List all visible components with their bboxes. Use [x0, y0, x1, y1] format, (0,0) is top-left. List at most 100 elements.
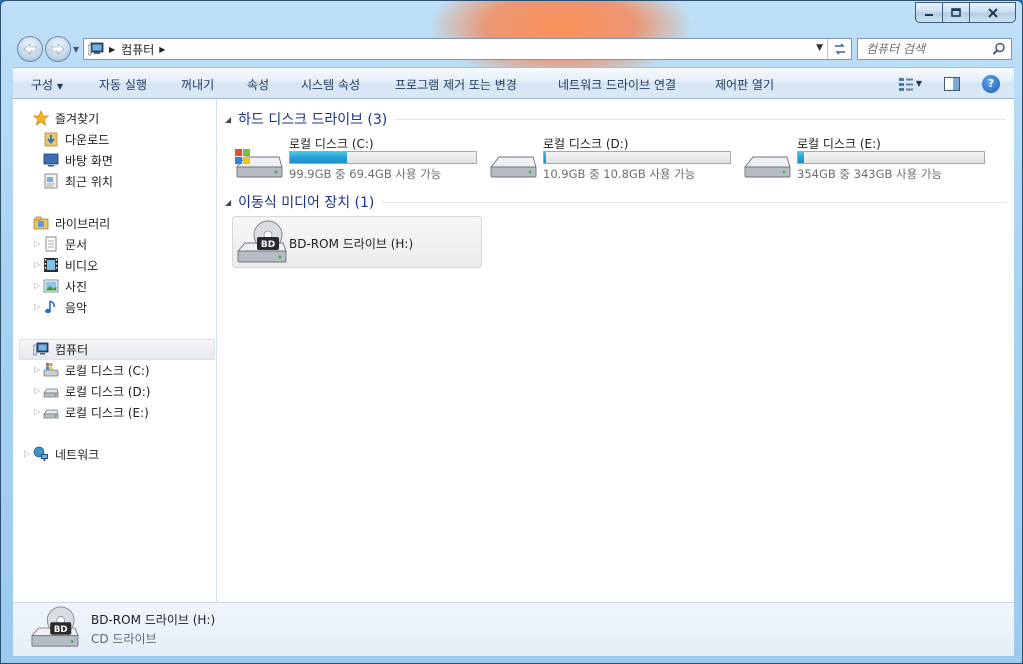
nav-favorites-label: 즐겨찾기	[55, 111, 100, 126]
expand-arrow-icon[interactable]: ▷	[34, 407, 40, 416]
music-icon	[43, 299, 59, 315]
drive-tile-c[interactable]: 로컬 디스크 (C:) 99.9GB 중 69.4GB 사용 가능	[233, 135, 483, 185]
hard-drive-icon	[43, 404, 59, 420]
computer-icon	[33, 341, 49, 357]
open-control-panel-button[interactable]: 제어판 열기	[715, 76, 774, 93]
maximize-button[interactable]	[943, 2, 970, 23]
navigation-pane: 즐겨찾기 다운로드 바탕 화면 최근 위치 라이브러리 ▷ 문서 ▷ 비디오 ▷…	[13, 99, 217, 602]
properties-button[interactable]: 속성	[247, 76, 269, 93]
hard-drive-icon	[744, 156, 791, 178]
history-buttons: ▼	[17, 36, 79, 62]
nav-item-label: 로컬 디스크 (C:)	[65, 363, 150, 378]
organize-button[interactable]: 구성 ▼	[31, 76, 63, 93]
expand-arrow-icon[interactable]: ▷	[34, 281, 40, 290]
nav-item-desktop[interactable]: 바탕 화면	[43, 150, 113, 170]
nav-item-downloads[interactable]: 다운로드	[43, 129, 109, 149]
network-icon	[33, 446, 49, 462]
group-divider	[395, 118, 1006, 120]
drive-free-space: 99.9GB 중 69.4GB 사용 가능	[289, 167, 442, 181]
nav-item-label: 음악	[65, 300, 88, 315]
change-view-button[interactable]	[898, 76, 914, 92]
preview-pane-button[interactable]	[944, 76, 960, 92]
close-icon	[987, 7, 998, 18]
nav-network[interactable]: 네트워크	[33, 444, 99, 464]
expand-arrow-icon[interactable]: ▷	[34, 302, 40, 311]
drive-tile-d[interactable]: 로컬 디스크 (D:) 10.9GB 중 10.8GB 사용 가능	[487, 135, 737, 185]
expand-arrow-icon[interactable]: ▷	[34, 386, 40, 395]
close-button[interactable]	[970, 2, 1016, 23]
bd-rom-icon: BD	[237, 220, 287, 263]
breadcrumb-arrow-root[interactable]: ▶	[109, 45, 115, 54]
windows-drive-icon	[43, 362, 59, 378]
search-icon[interactable]	[992, 42, 1006, 56]
nav-item-music[interactable]: 음악	[43, 297, 87, 317]
help-button[interactable]: ?	[982, 74, 1000, 93]
forward-button[interactable]	[45, 36, 71, 62]
drive-tile-e[interactable]: 로컬 디스크 (E:) 354GB 중 343GB 사용 가능	[741, 135, 991, 185]
nav-item-drive-c[interactable]: 로컬 디스크 (C:)	[43, 360, 150, 380]
nav-favorites[interactable]: 즐겨찾기	[33, 108, 99, 128]
details-item-type: CD 드라이브	[91, 632, 157, 646]
content-pane: ◢ 하드 디스크 드라이브 (3) 로컬 디스크 (C:) 99.9GB 중 6…	[217, 99, 1014, 602]
uninstall-program-button[interactable]: 프로그램 제거 또는 변경	[395, 76, 517, 93]
drive-usage-fill	[798, 152, 804, 163]
group-header-removable[interactable]: ◢ 이동식 미디어 장치 (1)	[225, 192, 1006, 212]
refresh-button[interactable]	[827, 39, 851, 59]
expand-arrow-icon[interactable]: ▷	[34, 260, 40, 269]
help-icon: ?	[987, 77, 995, 90]
drive-free-space: 354GB 중 343GB 사용 가능	[797, 167, 943, 181]
drive-name: 로컬 디스크 (D:)	[543, 137, 629, 151]
group-header-hard-drives[interactable]: ◢ 하드 디스크 드라이브 (3)	[225, 109, 1006, 129]
collapse-arrow-icon[interactable]: ◢	[225, 115, 231, 124]
nav-computer[interactable]: 컴퓨터	[33, 339, 88, 359]
address-bar[interactable]: ▶ 컴퓨터 ▶ ▼	[83, 38, 852, 60]
organize-label: 구성	[31, 78, 54, 92]
star-icon	[33, 110, 49, 126]
drive-name: 로컬 디스크 (E:)	[797, 137, 881, 151]
drive-usage-fill	[544, 152, 546, 163]
nav-libraries[interactable]: 라이브러리	[33, 213, 110, 233]
back-button[interactable]	[17, 36, 43, 62]
drive-tile-bd-rom[interactable]: BD BD-ROM 드라이브 (H:)	[232, 216, 482, 268]
eject-button[interactable]: 꺼내기	[181, 76, 214, 93]
nav-item-label: 사진	[65, 279, 88, 294]
drive-usage-bar	[797, 151, 985, 164]
view-dropdown-icon[interactable]: ▼	[916, 79, 922, 88]
expand-arrow-icon[interactable]: ▷	[34, 239, 40, 248]
nav-item-videos[interactable]: 비디오	[43, 255, 98, 275]
expand-arrow-icon[interactable]: ▷	[34, 365, 40, 374]
search-input[interactable]	[866, 42, 994, 56]
explorer-window: ▼ ▶ 컴퓨터 ▶ ▼ 구성 ▼ 자동 실행 꺼내기 속성 시스템 속성 프로그…	[0, 0, 1023, 664]
computer-icon	[88, 42, 104, 56]
breadcrumb-computer[interactable]: 컴퓨터	[121, 41, 154, 58]
collapse-arrow-icon[interactable]: ◢	[225, 198, 231, 207]
minimize-icon	[925, 13, 933, 16]
autoplay-button[interactable]: 자동 실행	[99, 76, 147, 93]
nav-libraries-label: 라이브러리	[55, 216, 111, 231]
expand-arrow-icon[interactable]: ▷	[24, 449, 30, 458]
recent-places-icon	[43, 173, 59, 189]
caption-buttons	[915, 2, 1016, 23]
nav-item-recent-places[interactable]: 최근 위치	[43, 171, 113, 191]
nav-item-documents[interactable]: 문서	[43, 234, 87, 254]
nav-item-pictures[interactable]: 사진	[43, 276, 87, 296]
libraries-icon	[33, 215, 49, 231]
hard-drive-icon	[43, 383, 59, 399]
drive-usage-bar	[289, 151, 477, 164]
recent-pages-dropdown[interactable]: ▼	[73, 45, 79, 54]
map-network-drive-button[interactable]: 네트워크 드라이브 연결	[558, 76, 676, 93]
breadcrumb-arrow-computer[interactable]: ▶	[159, 45, 165, 54]
system-properties-button[interactable]: 시스템 속성	[301, 76, 360, 93]
hard-drive-icon	[490, 156, 537, 178]
group-title: 이동식 미디어 장치 (1)	[238, 195, 375, 211]
nav-item-drive-e[interactable]: 로컬 디스크 (E:)	[43, 402, 149, 422]
downloads-folder-icon	[43, 131, 59, 147]
windows-drive-icon	[235, 149, 283, 178]
nav-network-label: 네트워크	[55, 447, 100, 462]
nav-item-drive-d[interactable]: 로컬 디스크 (D:)	[43, 381, 150, 401]
group-title: 하드 디스크 드라이브 (3)	[238, 112, 388, 128]
address-dropdown[interactable]: ▼	[816, 43, 823, 53]
drive-usage-fill	[290, 152, 347, 163]
minimize-button[interactable]	[915, 2, 943, 23]
video-icon	[43, 257, 59, 273]
